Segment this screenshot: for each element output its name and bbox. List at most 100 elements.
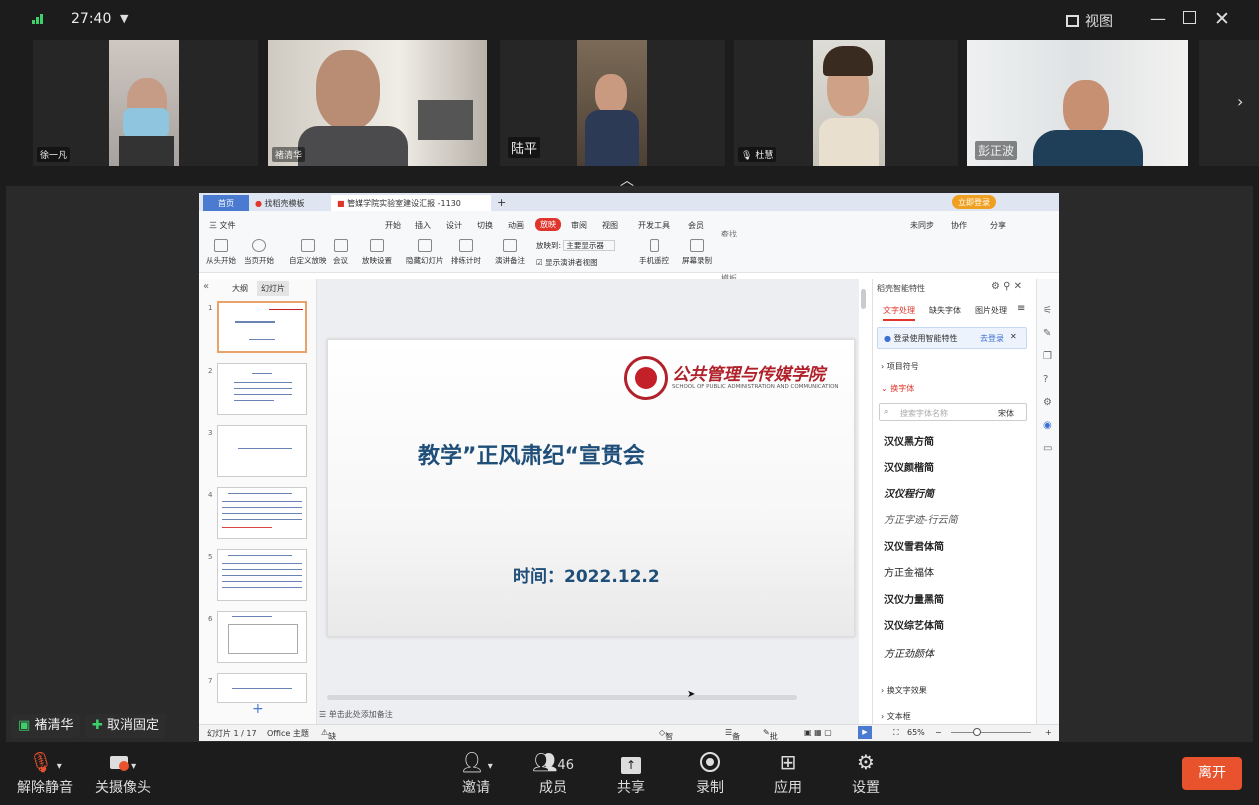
slide-thumbnail[interactable] [217, 301, 307, 353]
view-button[interactable]: 视图 [1066, 11, 1113, 31]
horizontal-scrollbar[interactable] [327, 695, 797, 700]
font-item[interactable]: 汉仪黑方简 [884, 433, 934, 448]
tab-slides[interactable]: 幻灯片 [257, 281, 289, 296]
menu-file[interactable]: 三 文件 [209, 220, 236, 231]
notes-area[interactable]: ☰ 单击此处添加备注 [319, 709, 393, 720]
slideshow-settings-button[interactable]: 放映设置 [362, 237, 392, 266]
tab-document[interactable]: ■ 管媒学院实验室建设汇报 -1130 [331, 195, 491, 211]
font-item[interactable]: 汉仪力量黑简 [884, 591, 944, 606]
phone-remote-button[interactable]: 手机遥控 [639, 237, 669, 266]
play-icon[interactable]: ▶ [858, 726, 872, 739]
menu-start[interactable]: 开始 [385, 220, 401, 231]
slide[interactable]: 公共管理与传媒学院 SCHOOL OF PUBLIC ADMINISTRATIO… [327, 339, 855, 637]
textbox-section[interactable]: › 文本框 [881, 711, 911, 722]
menu-devtools[interactable]: 开发工具 [638, 220, 670, 231]
collapse-icon[interactable]: « [203, 281, 209, 292]
zoom-out-icon[interactable]: − [935, 728, 942, 737]
chevron-down-icon[interactable]: ▼ [120, 12, 128, 25]
font-item[interactable]: 方正金福体 [884, 564, 934, 579]
menu-transition[interactable]: 切换 [477, 220, 493, 231]
menu-slideshow[interactable]: 放映 [535, 218, 561, 231]
text-effect-section[interactable]: › 换文字效果 [881, 685, 927, 696]
menu-review[interactable]: 审阅 [571, 220, 587, 231]
tool-icons[interactable]: ⚟ ✎ ❐? ⚙ ◉ ▭ [1043, 299, 1052, 460]
add-slide-icon[interactable]: + [252, 701, 264, 717]
tab-image-process[interactable]: 图片处理 [975, 305, 1007, 316]
zoom-in-icon[interactable]: + [1045, 728, 1052, 737]
font-item[interactable]: 汉仪雪君体简 [884, 538, 944, 553]
go-login-link[interactable]: 去登录 [980, 333, 1004, 344]
slide-thumbnail[interactable] [217, 673, 307, 703]
record-button[interactable]: 录制 [675, 750, 745, 797]
menu-insert[interactable]: 插入 [415, 220, 431, 231]
tab-template[interactable]: ● 找稻壳模板 [249, 195, 329, 211]
zoom-slider[interactable] [951, 732, 1031, 733]
notes-toggle[interactable]: ☰ 备注 [725, 728, 740, 741]
menu-member[interactable]: 会员 [688, 220, 704, 231]
menu-animation[interactable]: 动画 [508, 220, 524, 231]
beautify-button[interactable]: ◇ 智能美化 [659, 728, 673, 741]
minimize-icon[interactable]: — [1150, 9, 1166, 28]
slide-thumbnail[interactable] [217, 363, 307, 415]
tab-text-process[interactable]: 文字处理 [883, 305, 915, 321]
font-item[interactable]: 方正字迹-行云简 [884, 511, 958, 526]
font-item[interactable]: 方正劲颜体 [884, 645, 934, 660]
slide-thumbnail[interactable] [217, 425, 307, 477]
participant-tile[interactable]: 彭正波 [967, 40, 1188, 166]
sync-status[interactable]: 未同步 [910, 220, 934, 231]
unpin-button[interactable]: ✚ 取消固定 [85, 714, 167, 738]
menu-view[interactable]: 视图 [602, 220, 618, 231]
panel-controls-icon[interactable]: ⚙ ⚲ ✕ [991, 281, 1022, 292]
annotate-toggle[interactable]: ✎ 批注 [763, 728, 778, 741]
view-mode-icons[interactable]: ▣ ▦ ▢ [804, 728, 832, 737]
play-from-start-button[interactable]: 从头开始 [206, 237, 236, 266]
menu-design[interactable]: 设计 [446, 220, 462, 231]
shared-screen[interactable]: 首页 ● 找稻壳模板 ■ 管媒学院实验室建设汇报 -1130 + 立即登录 三 … [199, 193, 1059, 741]
slide-thumbnail[interactable] [217, 487, 307, 539]
play-current-button[interactable]: 当页开始 [244, 237, 274, 266]
participant-tile[interactable]: 陆平 [500, 40, 725, 166]
collab-button[interactable]: 协作 [951, 220, 967, 231]
font-search-input[interactable]: ⌕ 搜索字体名称 宋体 [879, 403, 1027, 421]
bullet-section[interactable]: › 项目符号 [881, 361, 919, 372]
invite-button[interactable]: 👤︎ ▾ 邀请 [441, 750, 511, 797]
hide-slide-button[interactable]: 隐藏幻灯片 [406, 237, 444, 266]
fit-icon[interactable]: ⛶ [893, 728, 899, 738]
font-scope[interactable]: 宋体 [998, 408, 1014, 419]
presenter-view-checkbox[interactable]: ☑ 显示演讲者视图 [536, 257, 598, 268]
menu-icon[interactable]: ≡ [1017, 303, 1025, 314]
slide-thumbnail[interactable] [217, 549, 307, 601]
vertical-scrollbar[interactable] [861, 289, 866, 309]
close-icon[interactable]: ✕ [1214, 8, 1230, 30]
camera-button[interactable]: ▾ 关摄像头 [88, 750, 158, 797]
participant-tile[interactable]: 褚清华 [268, 40, 487, 166]
settings-button[interactable]: ⚙ 设置 [831, 750, 901, 797]
share-screen-button[interactable]: ↑ 共享 [596, 750, 666, 797]
participant-tile[interactable]: 徐一凡 [33, 40, 258, 166]
maximize-icon[interactable] [1183, 11, 1196, 24]
screen-record-button[interactable]: 屏幕录制 [682, 237, 712, 266]
font-item[interactable]: 汉仪颜楷简 [884, 459, 934, 474]
slide-thumbnail[interactable] [217, 611, 307, 663]
share-button[interactable]: 分享 [990, 220, 1006, 231]
apps-button[interactable]: ⊞ 应用 [753, 750, 823, 797]
custom-show-button[interactable]: 自定义放映 [289, 237, 327, 266]
change-font-section[interactable]: ⌄ 换字体 [881, 383, 914, 394]
font-item[interactable]: 汉仪程行简 [884, 485, 934, 500]
close-icon[interactable]: ✕ [1010, 332, 1017, 341]
rehearse-button[interactable]: 排练计时 [451, 237, 481, 266]
tab-home[interactable]: 首页 [203, 195, 249, 211]
font-item[interactable]: 汉仪综艺体简 [884, 617, 944, 632]
zoom-slider-handle[interactable] [973, 728, 981, 736]
missing-font-status[interactable]: ⚠ 缺失字体 [321, 728, 336, 741]
participant-tile[interactable]: 🎙︎ 杜慧 [734, 40, 958, 166]
login-button[interactable]: 立即登录 [952, 195, 996, 209]
slide-canvas[interactable]: 公共管理与传媒学院 SCHOOL OF PUBLIC ADMINISTRATIO… [317, 279, 866, 724]
new-tab-icon[interactable]: + [491, 193, 512, 209]
speaker-notes-button[interactable]: 演讲备注 [495, 237, 525, 266]
meeting-button[interactable]: 会议 [333, 237, 348, 266]
leave-button[interactable]: 离开 [1182, 757, 1242, 790]
next-page-button[interactable]: › [1199, 40, 1259, 166]
display-select[interactable]: 主要显示器 [563, 240, 615, 251]
unmute-button[interactable]: 🎙︎ ▾ 解除静音 [10, 750, 80, 797]
